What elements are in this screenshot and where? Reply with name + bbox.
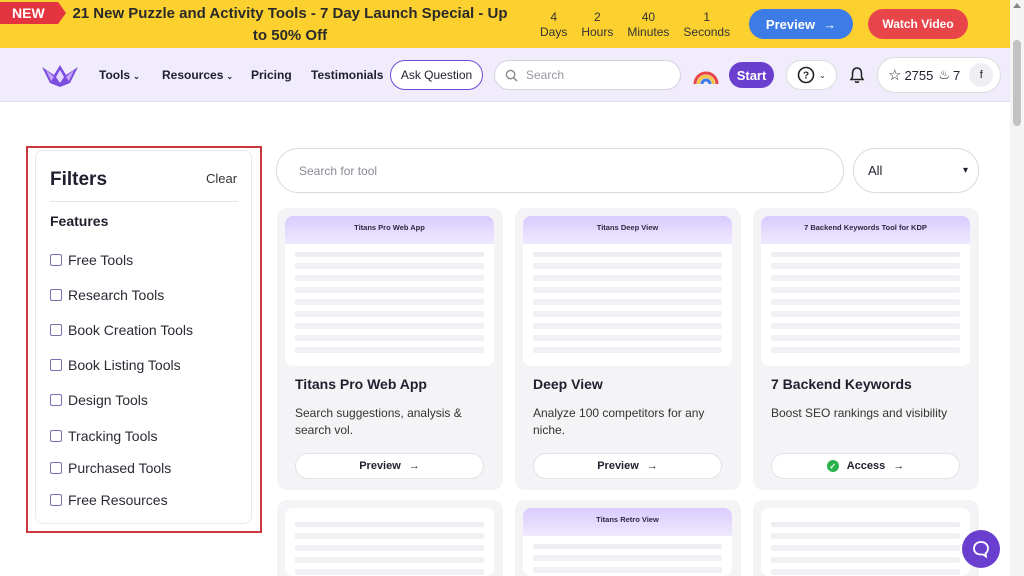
points-count: 2755 xyxy=(904,67,934,83)
thumbnail-title: Titans Deep View xyxy=(523,216,732,244)
filters-panel: Filters Clear Features Free Tools Resear… xyxy=(35,150,252,524)
countdown-minutes: 40 Minutes xyxy=(627,10,670,39)
tool-card-preview-button[interactable]: Preview → xyxy=(295,453,484,479)
thumbnail-title: Titans Pro Web App xyxy=(285,216,494,244)
tool-card-access-button[interactable]: ✓ Access → xyxy=(771,453,960,479)
tool-card-description: Boost SEO rankings and visibility xyxy=(771,406,948,420)
promo-text: 21 New Puzzle and Activity Tools - 7 Day… xyxy=(72,5,508,44)
checkbox[interactable] xyxy=(50,394,62,406)
tool-thumbnail xyxy=(761,508,970,576)
checkbox[interactable] xyxy=(50,324,62,336)
tool-card-preview-button[interactable]: Preview → xyxy=(533,453,722,479)
main-nav: Tools ⌄ Resources ⌄ Pricing Testimonials A… xyxy=(0,48,1010,102)
tool-card[interactable]: Titans Retro View xyxy=(515,500,741,576)
brand-logo[interactable] xyxy=(40,61,80,89)
tool-thumbnail: Titans Deep View xyxy=(523,216,732,366)
checkbox[interactable] xyxy=(50,494,62,506)
arrow-right-icon: → xyxy=(823,16,837,32)
arrow-right-icon: → xyxy=(646,460,658,472)
scrollbar-thumb[interactable] xyxy=(1013,40,1021,126)
arrow-right-icon: → xyxy=(893,460,905,472)
promo-banner: NEW 21 New Puzzle and Activity Tools - 7… xyxy=(0,0,1010,48)
filter-design-tools[interactable]: Design Tools xyxy=(50,392,148,408)
tool-category-value: All xyxy=(868,163,883,178)
bell-icon[interactable] xyxy=(848,66,866,84)
countdown-hours: 2 Hours xyxy=(581,10,614,39)
countdown-days: 4 Days xyxy=(540,10,568,39)
filter-research-tools[interactable]: Research Tools xyxy=(50,287,164,303)
filter-purchased-tools[interactable]: Purchased Tools xyxy=(50,460,171,476)
countdown-timer: 4 Days 2 Hours 40 Minutes 1 Seconds xyxy=(540,10,730,40)
page-scrollbar[interactable] xyxy=(1010,0,1024,576)
filters-section-title: Features xyxy=(50,213,109,229)
arrow-right-icon: → xyxy=(408,460,420,472)
nav-tools[interactable]: Tools ⌄ xyxy=(99,68,140,82)
checkbox[interactable] xyxy=(50,359,62,371)
checkbox[interactable] xyxy=(50,430,62,442)
countdown-seconds: 1 Seconds xyxy=(683,10,731,39)
rainbow-icon[interactable] xyxy=(693,70,719,84)
filter-free-resources[interactable]: Free Resources xyxy=(50,492,168,508)
tool-card-description: Search suggestions, analysis & search vo… xyxy=(295,406,462,437)
tool-card-description: Analyze 100 competitors for any niche. xyxy=(533,406,705,437)
nav-search-placeholder: Search xyxy=(526,68,565,82)
tool-card[interactable] xyxy=(277,500,503,576)
nav-testimonials[interactable]: Testimonials xyxy=(311,68,383,82)
chevron-down-icon: ▾ xyxy=(962,165,968,176)
chat-question-icon: ? xyxy=(797,66,815,84)
checkbox[interactable] xyxy=(50,462,62,474)
ask-question-button[interactable]: Ask Question xyxy=(390,60,483,90)
thumbnail-title: Titans Retro View xyxy=(523,508,732,536)
svg-text:?: ? xyxy=(803,71,809,82)
tool-thumbnail: Titans Retro View xyxy=(523,508,732,576)
help-chat-button[interactable] xyxy=(962,530,1000,568)
tool-search-input[interactable]: Search for tool xyxy=(276,148,844,193)
tool-card-title: 7 Backend Keywords xyxy=(771,376,912,392)
streak-count: 7 xyxy=(953,67,961,83)
promo-preview-button[interactable]: Preview → xyxy=(749,9,853,39)
star-icon: ☆ xyxy=(888,67,902,84)
filter-book-creation-tools[interactable]: Book Creation Tools xyxy=(50,322,193,338)
avatar[interactable]: f xyxy=(969,63,994,87)
thumbnail-title: 7 Backend Keywords Tool for KDP xyxy=(761,216,970,244)
tool-card[interactable]: 7 Backend Keywords Tool for KDP 7 Backen… xyxy=(753,208,979,490)
filters-clear-button[interactable]: Clear xyxy=(206,171,237,186)
nav-resources[interactable]: Resources ⌄ xyxy=(162,68,233,82)
nav-search-input[interactable]: Search xyxy=(494,60,681,90)
checkbox[interactable] xyxy=(50,254,62,266)
chevron-down-icon: ⌄ xyxy=(226,72,234,81)
new-badge: NEW xyxy=(0,2,66,24)
tool-card[interactable]: Titans Deep View Deep View Analyze 100 c… xyxy=(515,208,741,490)
tool-category-select[interactable]: All ▾ xyxy=(853,148,979,193)
checkbox[interactable] xyxy=(50,289,62,301)
nav-pricing[interactable]: Pricing xyxy=(251,68,292,82)
tool-card[interactable]: Titans Pro Web App Titans Pro Web App Se… xyxy=(277,208,503,490)
tool-card-title: Titans Pro Web App xyxy=(295,376,427,392)
start-button[interactable]: Start xyxy=(729,62,774,88)
user-stats[interactable]: ☆ 2755 ♨ 7 f xyxy=(877,57,1001,93)
filters-title: Filters xyxy=(50,169,108,190)
filter-tracking-tools[interactable]: Tracking Tools xyxy=(50,428,157,444)
filter-book-listing-tools[interactable]: Book Listing Tools xyxy=(50,357,181,373)
tool-thumbnail xyxy=(285,508,494,576)
flame-icon: ♨ xyxy=(938,67,951,82)
check-circle-icon: ✓ xyxy=(826,460,839,472)
watch-video-button[interactable]: Watch Video xyxy=(868,9,968,39)
chevron-down-icon: ⌄ xyxy=(133,72,140,81)
tool-card[interactable] xyxy=(753,500,979,576)
promo-preview-label: Preview xyxy=(765,16,816,32)
chat-menu-button[interactable]: ? ⌄ xyxy=(786,60,837,90)
tool-thumbnail: 7 Backend Keywords Tool for KDP xyxy=(761,216,970,366)
tool-thumbnail: Titans Pro Web App xyxy=(285,216,494,366)
filter-free-tools[interactable]: Free Tools xyxy=(50,252,133,268)
divider xyxy=(50,201,238,202)
chevron-down-icon: ⌄ xyxy=(819,70,826,80)
search-icon xyxy=(505,69,518,82)
tool-card-title: Deep View xyxy=(533,376,603,392)
scroll-up-arrow-icon[interactable] xyxy=(1013,3,1021,8)
tool-search-placeholder: Search for tool xyxy=(299,163,378,178)
chat-bubble-icon xyxy=(973,541,989,559)
